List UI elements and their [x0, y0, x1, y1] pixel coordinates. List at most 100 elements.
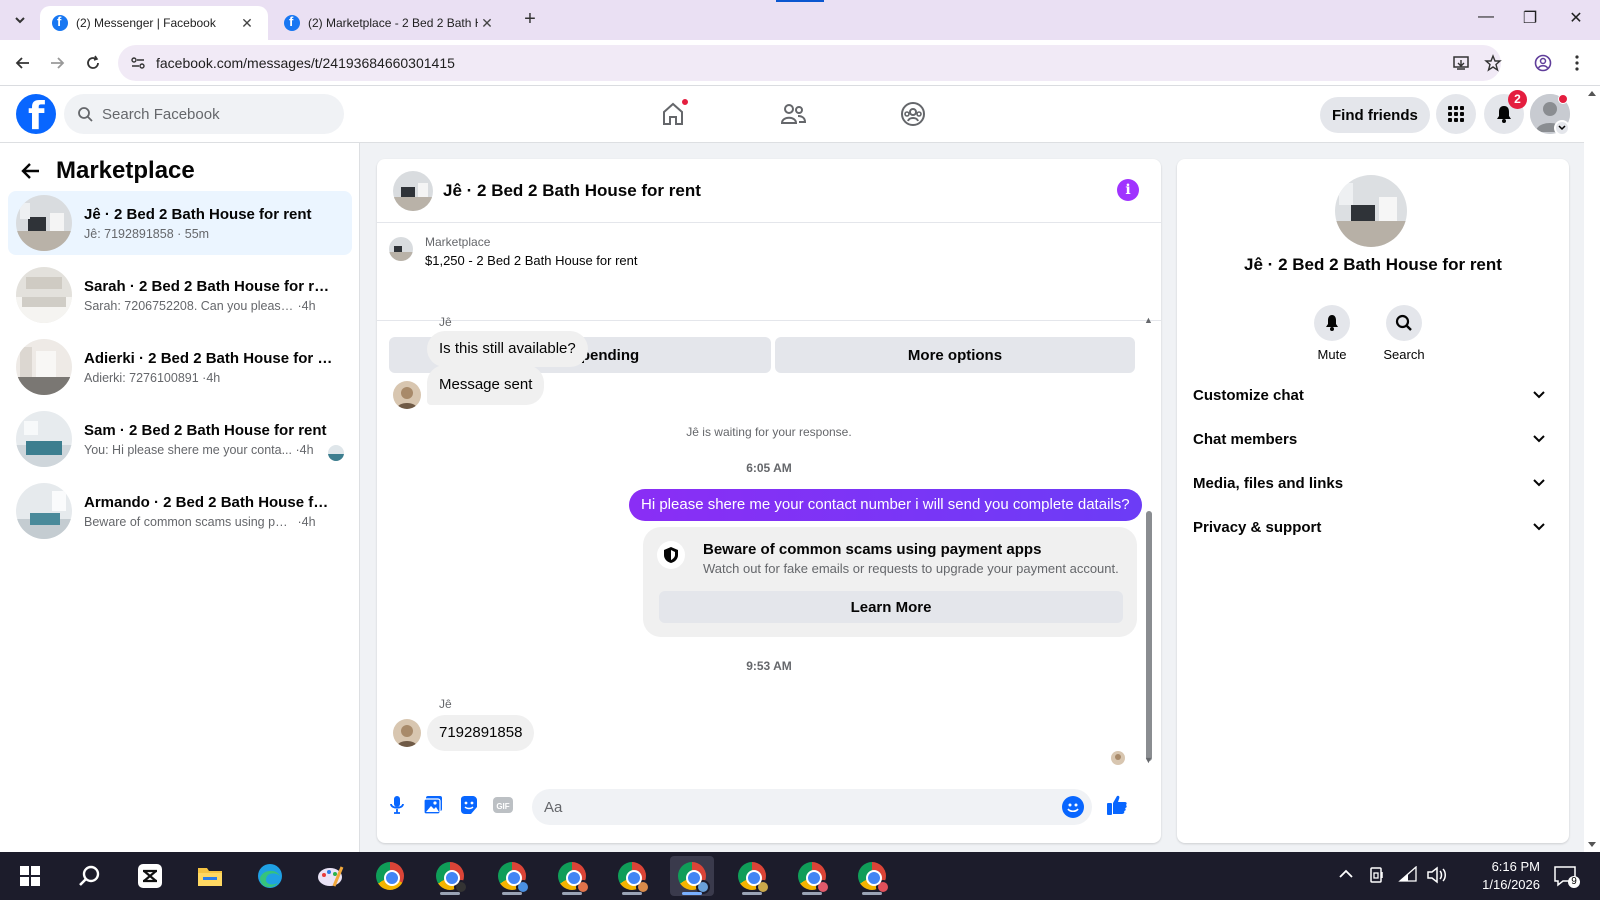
taskbar-app-chrome-profile-8[interactable] [850, 856, 894, 896]
taskbar-app-chrome-profile-6[interactable] [730, 856, 774, 896]
listing-thumbnail [16, 483, 72, 539]
emoji-icon[interactable] [1062, 796, 1084, 818]
site-info-icon[interactable] [128, 53, 148, 73]
info-panel-title: Jê · 2 Bed 2 Bath House for rent [1244, 255, 1502, 274]
conversation-item-armando[interactable]: Armando · 2 Bed 2 Bath House for... Bewa… [8, 479, 352, 543]
message-input[interactable] [544, 798, 1044, 816]
close-window-button[interactable]: ✕ [1564, 8, 1588, 28]
browser-tab-messenger[interactable]: (2) Messenger | Facebook ✕ [40, 6, 268, 40]
conversation-item-je[interactable]: Jê · 2 Bed 2 Bath House for rent Jê: 719… [8, 191, 352, 255]
taskbar-app-chrome-profile-4[interactable] [610, 856, 654, 896]
message-input-box[interactable] [532, 789, 1092, 825]
nav-friends[interactable] [763, 86, 823, 142]
taskbar-app-chrome-profile-2[interactable] [490, 856, 534, 896]
tab-search-menu-button[interactable] [8, 8, 32, 32]
taskbar-app-capcut[interactable] [128, 856, 172, 896]
privacy-support-section[interactable]: Privacy & support [1185, 505, 1561, 549]
chat-members-section[interactable]: Chat members [1185, 417, 1561, 461]
new-tab-button[interactable]: + [520, 9, 540, 30]
learn-more-button[interactable]: Learn More [659, 591, 1123, 623]
conversation-item-adierki[interactable]: Adierki · 2 Bed 2 Bath House for re... A… [8, 335, 352, 399]
conversation-time: 4h [299, 442, 314, 457]
listing-thumbnail [16, 411, 72, 467]
sender-avatar[interactable] [393, 381, 421, 409]
customize-chat-section[interactable]: Customize chat [1185, 373, 1561, 417]
wifi-icon[interactable] [1398, 865, 1418, 885]
conversation-item-sarah[interactable]: Sarah · 2 Bed 2 Bath House for rent Sara… [8, 263, 352, 327]
scroll-up-icon[interactable]: ▲ [1144, 315, 1153, 325]
restore-window-button[interactable]: ❐ [1518, 8, 1542, 28]
taskbar-app-chrome[interactable] [368, 856, 412, 896]
taskbar-app-paint[interactable] [308, 856, 352, 896]
profile-icon[interactable] [1532, 52, 1554, 74]
sticker-icon[interactable] [457, 793, 481, 817]
conversation-item-sam[interactable]: Sam · 2 Bed 2 Bath House for rent You: H… [8, 407, 352, 471]
minimize-window-button[interactable]: — [1474, 8, 1498, 26]
search-icon[interactable] [1386, 305, 1422, 341]
scrollbar-thumb[interactable] [1146, 511, 1152, 761]
close-tab-icon[interactable]: ✕ [238, 15, 256, 32]
page-scrollbar[interactable] [1584, 86, 1600, 852]
reload-button[interactable] [82, 52, 104, 74]
taskbar-app-chrome-profile-7[interactable] [790, 856, 834, 896]
tab-drag-indicator [776, 0, 824, 2]
gif-icon[interactable]: GIF [491, 793, 515, 817]
device-icon[interactable] [1368, 866, 1386, 887]
bell-icon[interactable] [1314, 305, 1350, 341]
account-menu-chevron-icon[interactable] [1554, 120, 1570, 136]
taskbar-clock[interactable]: 6:16 PM 1/16/2026 [1450, 858, 1540, 894]
conversation-time: 55m [184, 226, 210, 241]
microphone-icon[interactable] [385, 793, 409, 817]
taskbar-search-button[interactable] [68, 856, 112, 896]
info-panel-listing-photo[interactable] [1335, 175, 1407, 247]
listing-price-title[interactable]: $1,250 - 2 Bed 2 Bath House for rent [425, 253, 637, 268]
taskbar-app-file-explorer[interactable] [188, 856, 232, 896]
taskbar-app-edge[interactable] [248, 856, 292, 896]
search-action[interactable]: Search [1374, 305, 1434, 362]
taskbar-app-chrome-profile-3[interactable] [550, 856, 594, 896]
volume-icon[interactable] [1426, 866, 1448, 887]
sender-avatar[interactable] [393, 719, 421, 747]
facebook-search-input[interactable] [102, 105, 322, 123]
incoming-message[interactable]: Message sent [427, 365, 545, 405]
facebook-search[interactable] [64, 94, 344, 134]
forward-button[interactable] [46, 52, 68, 74]
incoming-message[interactable]: Is this still available? [427, 331, 588, 367]
message-scrollbar[interactable]: ▲ ▼ [1143, 315, 1155, 779]
back-button[interactable] [12, 52, 34, 74]
chrome-icon [738, 862, 770, 894]
arrow-left-icon [15, 57, 29, 69]
scroll-down-icon[interactable]: ▼ [1144, 755, 1153, 765]
taskbar-app-chrome-profile-5[interactable] [670, 856, 714, 896]
listing-thumbnail [16, 339, 72, 395]
conversation-info-icon[interactable]: i [1117, 179, 1139, 201]
paint-icon [318, 866, 344, 887]
address-bar[interactable]: facebook.com/messages/t/2419368466030141… [118, 45, 1501, 81]
outgoing-message[interactable]: Hi please shere me your contact number i… [629, 489, 1142, 521]
media-files-links-section[interactable]: Media, files and links [1185, 461, 1561, 505]
facebook-logo-icon[interactable] [16, 94, 56, 138]
browser-menu-icon[interactable] [1566, 52, 1588, 74]
browser-tab-marketplace[interactable]: (2) Marketplace - 2 Bed 2 Bath H ✕ [272, 6, 508, 40]
start-button[interactable] [8, 856, 52, 896]
photo-icon[interactable] [421, 793, 445, 817]
chevron-down-icon [1531, 431, 1547, 447]
back-arrow-icon[interactable] [16, 156, 46, 186]
browser-tabstrip: (2) Messenger | Facebook ✕ (2) Marketpla… [0, 0, 1600, 40]
mute-action[interactable]: Mute [1302, 305, 1362, 362]
url-text: facebook.com/messages/t/2419368466030141… [156, 55, 455, 71]
incoming-message[interactable]: 7192891858 [427, 715, 535, 751]
taskbar-app-chrome-profile-1[interactable] [428, 856, 472, 896]
nav-groups[interactable] [883, 86, 943, 142]
chat-title[interactable]: Jê · 2 Bed 2 Bath House for rent [443, 181, 701, 201]
menu-button[interactable] [1436, 94, 1476, 134]
show-hidden-icons-chevron-icon[interactable] [1338, 866, 1354, 882]
bookmark-star-icon[interactable] [1482, 52, 1504, 74]
install-app-icon[interactable] [1450, 52, 1472, 74]
chat-listing-thumbnail[interactable] [393, 170, 433, 211]
close-tab-icon[interactable]: ✕ [478, 15, 496, 32]
nav-home[interactable] [643, 86, 703, 142]
find-friends-button[interactable]: Find friends [1320, 97, 1430, 133]
notification-center-button[interactable]: 9 [1550, 864, 1580, 888]
thumbs-up-icon[interactable] [1103, 791, 1131, 819]
